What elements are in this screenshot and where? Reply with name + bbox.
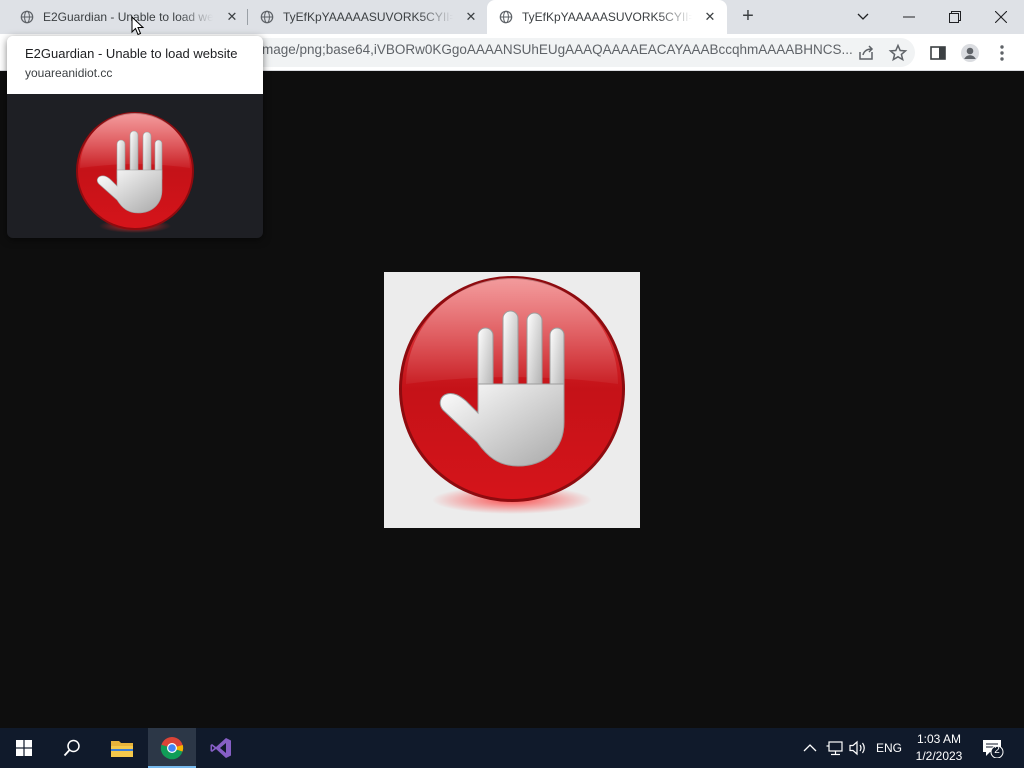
tab-image-2-active[interactable]: TyEfKpYAAAAASUVORK5CYII= (256×256) ✕ xyxy=(487,0,727,34)
tab-close-icon[interactable]: ✕ xyxy=(702,9,718,25)
close-window-button[interactable] xyxy=(978,0,1024,34)
chrome-taskbar-button[interactable] xyxy=(148,728,196,768)
restore-icon xyxy=(949,11,961,23)
menu-kebab-icon[interactable] xyxy=(992,43,1012,63)
volume-button[interactable] xyxy=(849,728,867,768)
minimize-icon xyxy=(903,16,915,18)
tab-title: E2Guardian - Unable to load website xyxy=(43,10,213,24)
mouse-cursor-icon xyxy=(131,16,145,36)
clock-date: 1/2/2023 xyxy=(915,749,963,763)
side-panel-icon[interactable] xyxy=(928,43,948,63)
chevron-up-icon xyxy=(803,744,817,752)
globe-icon xyxy=(260,10,274,24)
tab-title: TyEfKpYAAAAASUVORK5CYII= (256×256) xyxy=(283,10,453,24)
file-explorer-button[interactable] xyxy=(98,728,146,768)
folder-icon xyxy=(111,741,133,757)
stop-hand-icon xyxy=(399,276,625,514)
network-button[interactable] xyxy=(826,728,844,768)
search-button[interactable] xyxy=(48,728,96,768)
clock-time: 1:03 AM xyxy=(916,732,962,746)
speaker-icon xyxy=(849,740,865,756)
url-text[interactable]: mage/png;base64,iVBORw0KGgoAAAANSUhEUgAA… xyxy=(262,42,852,57)
tab-title: TyEfKpYAAAAASUVORK5CYII= (256×256) xyxy=(522,10,692,24)
input-language-button[interactable]: ENG xyxy=(876,728,902,768)
windows-logo-icon xyxy=(16,740,32,756)
close-icon xyxy=(995,11,1007,23)
tab-image-1[interactable]: TyEfKpYAAAAASUVORK5CYII= (256×256) ✕ xyxy=(248,0,486,34)
visual-studio-button[interactable] xyxy=(197,728,245,768)
share-icon[interactable] xyxy=(856,43,876,63)
start-button[interactable] xyxy=(0,728,48,768)
chrome-icon xyxy=(160,737,184,760)
globe-icon xyxy=(499,10,513,24)
network-icon xyxy=(826,741,843,756)
hover-card-title: E2Guardian - Unable to load website xyxy=(25,46,238,61)
tab-strip: E2Guardian - Unable to load website ✕ Ty… xyxy=(0,0,1024,34)
action-center-button[interactable]: 2 xyxy=(982,728,1004,768)
new-tab-button[interactable]: + xyxy=(736,6,760,28)
stop-hand-icon xyxy=(76,112,194,233)
bookmark-star-icon[interactable] xyxy=(888,43,908,63)
chevron-down-icon xyxy=(857,13,869,20)
show-hidden-icons-button[interactable] xyxy=(803,728,817,768)
search-icon xyxy=(63,739,80,757)
hover-card-thumbnail xyxy=(7,94,263,238)
displayed-image xyxy=(384,272,640,528)
hover-card-domain: youareanidiot.cc xyxy=(25,66,113,80)
notification-count: 2 xyxy=(994,745,1000,756)
profile-avatar-icon[interactable] xyxy=(960,43,980,63)
tab-hover-card: E2Guardian - Unable to load website youa… xyxy=(7,36,263,238)
tab-close-icon[interactable]: ✕ xyxy=(463,9,479,25)
taskbar: ENG 1:03 AM 1/2/2023 2 xyxy=(0,728,1024,768)
tab-close-icon[interactable]: ✕ xyxy=(224,9,240,25)
minimize-button[interactable] xyxy=(886,0,932,34)
tab-e2guardian[interactable]: E2Guardian - Unable to load website ✕ xyxy=(8,0,246,34)
tab-search-button[interactable] xyxy=(840,0,886,34)
globe-icon xyxy=(20,10,34,24)
visual-studio-icon xyxy=(210,738,231,758)
clock[interactable]: 1:03 AM 1/2/2023 xyxy=(908,731,970,765)
restore-button[interactable] xyxy=(932,0,978,34)
